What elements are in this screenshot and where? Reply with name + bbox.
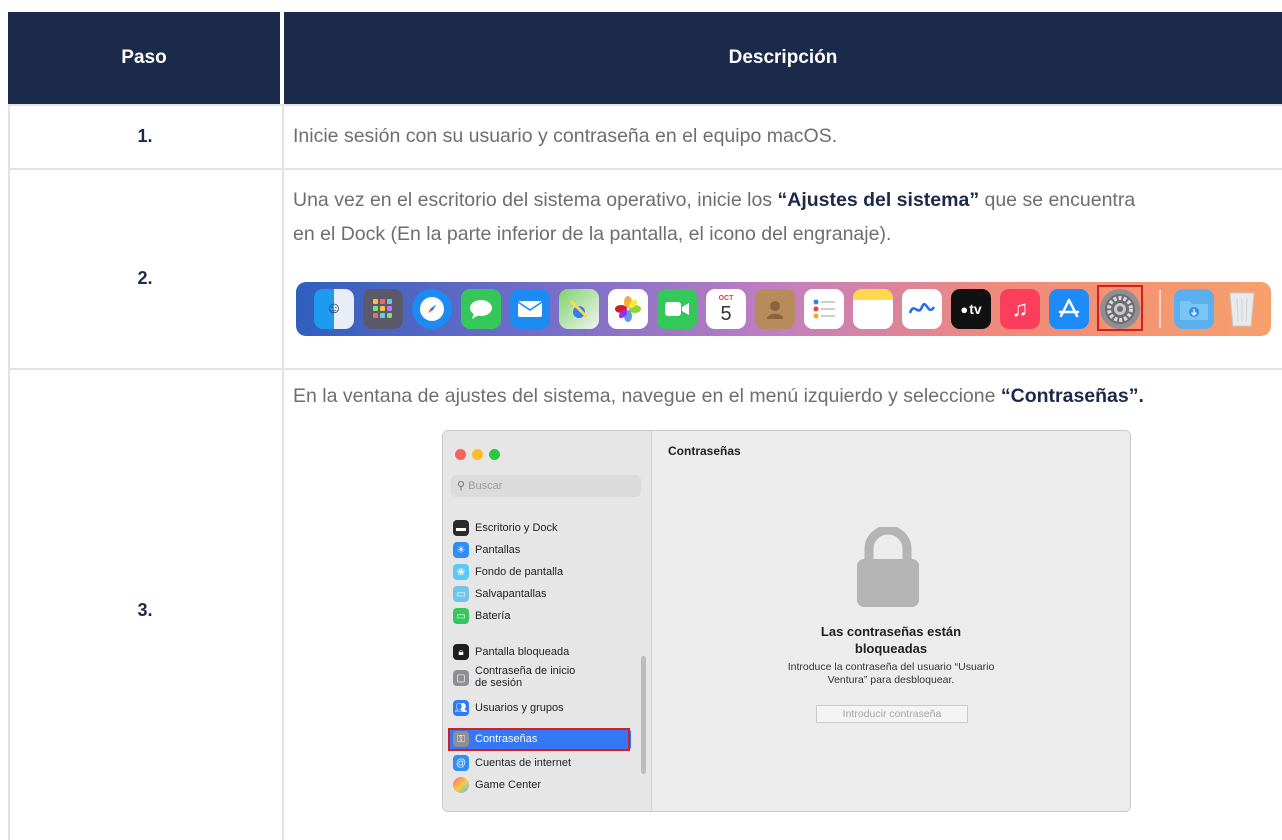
step-text-part: que se encuentra bbox=[979, 189, 1136, 211]
sidebar-item-label: Pantalla bloqueada bbox=[475, 646, 570, 658]
settings-window: ⚲ Buscar ▬ Escritorio y Dock ☀ Pantallas ❀… bbox=[442, 430, 1131, 812]
sidebar-item-users-groups[interactable]: 👥︎ Usuarios y grupos bbox=[453, 699, 564, 717]
locked-title: Las contraseñas están bloqueadas bbox=[652, 623, 1130, 657]
cell-divider bbox=[282, 370, 284, 840]
sidebar-item-label: Cuentas de internet bbox=[475, 757, 572, 769]
step-text-line2: en el Dock (En la parte inferior de la p… bbox=[293, 223, 892, 245]
search-placeholder: Buscar bbox=[468, 480, 503, 492]
step-text-bold: “Contraseñas”. bbox=[1000, 385, 1144, 407]
header-step-label: Paso bbox=[121, 47, 167, 68]
cell-divider bbox=[282, 170, 284, 370]
step-text: En la ventana de ajustes del sistema, na… bbox=[293, 380, 1282, 413]
sidebar-item-screensaver[interactable]: ▭ Salvapantallas bbox=[453, 585, 547, 603]
search-input[interactable]: ⚲ Buscar bbox=[451, 475, 641, 497]
close-window-button[interactable] bbox=[455, 449, 466, 460]
step-number: 2. bbox=[137, 268, 153, 288]
step-text-part: En la ventana de ajustes del sistema, na… bbox=[293, 385, 1001, 407]
calendar-day: 5 bbox=[720, 302, 732, 325]
sidebar-item-internet-accounts[interactable]: @ Cuentas de internet bbox=[453, 754, 571, 772]
step-number: 1. bbox=[137, 126, 153, 146]
table-row: 2. Una vez en el escritorio del sistema … bbox=[8, 168, 1282, 370]
highlight-box bbox=[448, 728, 630, 751]
table-row: 1. Inicie sesión con su usuario y contra… bbox=[8, 104, 1282, 170]
step-number: 3. bbox=[137, 600, 153, 620]
screensaver-icon: ▭ bbox=[453, 586, 469, 602]
sidebar-item-label: Salvapantallas bbox=[475, 588, 547, 600]
sidebar-item-login-password[interactable]: ▢ Contraseña de inicio de sesión bbox=[453, 665, 575, 693]
sidebar-item-lock-screen[interactable]: 🔒︎ Pantalla bloqueada bbox=[453, 643, 569, 661]
password-field[interactable]: Introducir contraseña bbox=[816, 705, 968, 723]
sidebar-item-desktop-dock[interactable]: ▬ Escritorio y Dock bbox=[453, 519, 558, 537]
settings-main-pane: Contraseñas Las contraseñas están bloquea… bbox=[652, 431, 1130, 811]
photos-icon[interactable] bbox=[608, 289, 648, 329]
search-icon: ⚲ bbox=[457, 480, 466, 492]
zoom-window-button[interactable] bbox=[489, 449, 500, 460]
dock-separator bbox=[1159, 290, 1161, 328]
header-description-label: Descripción bbox=[728, 47, 838, 68]
facetime-icon[interactable] bbox=[657, 289, 697, 329]
sidebar-item-label-line2: de sesión bbox=[475, 677, 523, 689]
messages-icon[interactable] bbox=[461, 289, 501, 329]
sidebar-item-wallpaper[interactable]: ❀ Fondo de pantalla bbox=[453, 563, 563, 581]
trash-icon[interactable] bbox=[1222, 289, 1262, 329]
step-text-bold: “Ajustes del sistema” bbox=[777, 189, 980, 211]
step-text: Inicie sesión con su usuario y contraseñ… bbox=[293, 125, 838, 147]
macos-dock: ☺ OCT 5 ● tv ♫ bbox=[296, 282, 1271, 336]
mail-icon[interactable] bbox=[510, 289, 550, 329]
lock-screen-icon: 🔒︎ bbox=[453, 644, 469, 660]
calendar-month: OCT bbox=[718, 294, 734, 302]
highlight-box bbox=[1097, 285, 1143, 331]
step-text-part: Una vez en el escritorio del sistema ope… bbox=[293, 189, 778, 211]
freeform-icon[interactable] bbox=[902, 289, 942, 329]
music-icon[interactable]: ♫ bbox=[1000, 289, 1040, 329]
sidebar-item-battery[interactable]: ▭ Batería bbox=[453, 607, 510, 625]
sidebar-item-label: Escritorio y Dock bbox=[475, 522, 558, 534]
sidebar-item-label-line1: Contraseña de inicio bbox=[475, 665, 576, 677]
header-description: Descripción bbox=[284, 12, 1282, 104]
calendar-icon[interactable]: OCT 5 bbox=[706, 289, 746, 329]
header-step: Paso bbox=[8, 12, 280, 104]
sidebar-item-label: Usuarios y grupos bbox=[475, 702, 564, 714]
apple-tv-label: tv bbox=[969, 301, 982, 317]
login-password-icon: ▢ bbox=[453, 670, 469, 686]
locked-subtitle-line2: Ventura” para desbloquear. bbox=[827, 674, 955, 686]
minimize-window-button[interactable] bbox=[472, 449, 483, 460]
sidebar-scrollbar[interactable] bbox=[641, 656, 646, 774]
displays-icon: ☀ bbox=[453, 542, 469, 558]
sidebar-item-label: Contraseña de inicio de sesión bbox=[475, 665, 575, 689]
wallpaper-icon: ❀ bbox=[453, 564, 469, 580]
sidebar-item-label: Batería bbox=[475, 610, 511, 622]
at-sign-icon: @ bbox=[453, 755, 469, 771]
finder-icon[interactable]: ☺ bbox=[314, 289, 354, 329]
settings-sidebar: ⚲ Buscar ▬ Escritorio y Dock ☀ Pantallas ❀… bbox=[443, 431, 652, 811]
users-groups-icon: 👥︎ bbox=[453, 700, 469, 716]
desktop-dock-icon: ▬ bbox=[453, 520, 469, 536]
app-store-icon[interactable] bbox=[1049, 289, 1089, 329]
cell-divider bbox=[282, 106, 284, 170]
launchpad-icon[interactable] bbox=[363, 289, 403, 329]
contacts-icon[interactable] bbox=[755, 289, 795, 329]
sidebar-item-label: Game Center bbox=[475, 779, 542, 791]
locked-title-line2: bloqueadas bbox=[854, 641, 928, 656]
locked-subtitle-line1: Introduce la contraseña del usuario “Usu… bbox=[787, 661, 995, 673]
locked-subtitle: Introduce la contraseña del usuario “Usu… bbox=[652, 661, 1130, 687]
battery-icon: ▭ bbox=[453, 608, 469, 624]
pane-title: Contraseñas bbox=[668, 444, 741, 458]
game-center-icon bbox=[453, 777, 469, 793]
maps-icon[interactable] bbox=[559, 289, 599, 329]
sidebar-item-label: Pantallas bbox=[475, 544, 521, 556]
lock-icon bbox=[857, 527, 919, 607]
header-separator bbox=[280, 14, 283, 102]
safari-icon[interactable] bbox=[412, 289, 452, 329]
apple-tv-icon[interactable]: ● tv bbox=[951, 289, 991, 329]
sidebar-item-game-center[interactable]: Game Center bbox=[453, 776, 541, 794]
notes-icon[interactable] bbox=[853, 289, 893, 329]
sidebar-item-displays[interactable]: ☀ Pantallas bbox=[453, 541, 520, 559]
reminders-icon[interactable] bbox=[804, 289, 844, 329]
sidebar-item-label: Fondo de pantalla bbox=[475, 566, 564, 578]
step-text: Una vez en el escritorio del sistema ope… bbox=[293, 184, 1282, 217]
locked-title-line1: Las contraseñas están bbox=[820, 624, 962, 639]
downloads-folder-icon[interactable] bbox=[1174, 289, 1214, 329]
